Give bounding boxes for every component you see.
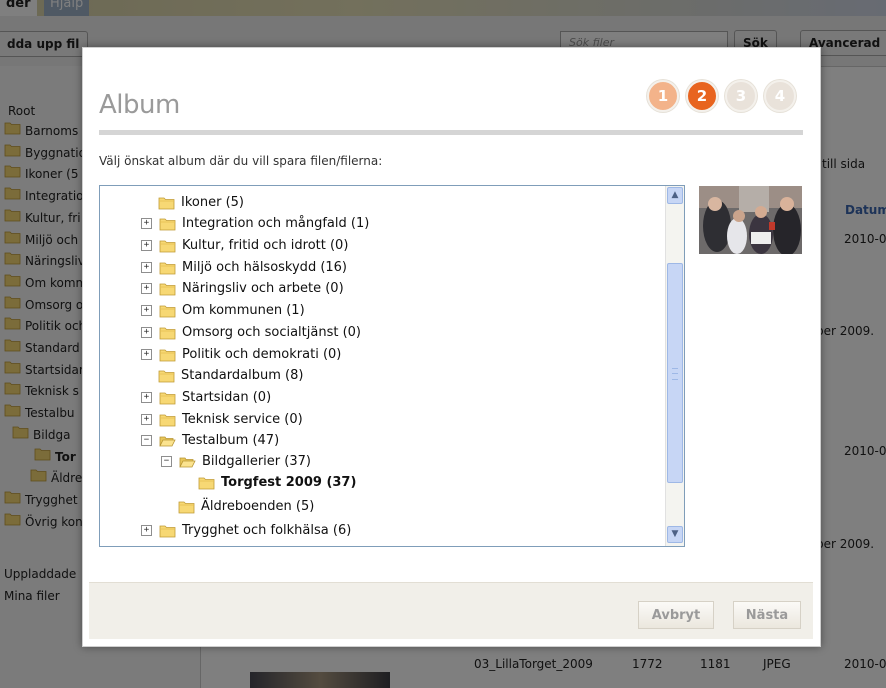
tree-item-label: Om kommunen (1) (182, 302, 305, 318)
expand-icon[interactable]: + (141, 218, 152, 229)
tree-item[interactable]: + Näringsliv och arbete (0) (141, 279, 344, 299)
scroll-up-button[interactable]: ▲ (667, 187, 683, 204)
tree-item-label: Startsidan (0) (182, 389, 272, 405)
tree-item-label: Integration och mångfald (1) (182, 216, 370, 231)
title-divider (99, 130, 803, 135)
arrow-down-icon: ▼ (671, 529, 679, 539)
folder-icon (158, 369, 175, 383)
folder-icon (159, 348, 176, 361)
folder-icon (198, 476, 215, 490)
folder-open-icon (179, 455, 196, 468)
preview-photo (699, 186, 802, 254)
tree-item[interactable]: + Teknisk service (0) (141, 409, 303, 429)
arrow-up-icon: ▲ (671, 190, 679, 200)
expand-icon[interactable]: + (141, 239, 152, 251)
folder-icon (159, 391, 176, 405)
tree-item[interactable]: Äldreboenden (5) (178, 497, 314, 517)
folder-icon (159, 217, 176, 231)
tree-item[interactable]: + Trygghet och folkhälsa (6) (141, 521, 351, 541)
tree-item-label: Torgfest 2009 (37) (221, 475, 357, 491)
tree-item-label: Omsorg och socialtjänst (0) (182, 324, 361, 340)
collapse-icon[interactable]: − (141, 435, 152, 447)
next-button[interactable]: Nästa (733, 601, 801, 629)
collapse-icon[interactable]: − (161, 456, 172, 468)
folder-icon (159, 282, 176, 296)
tree-item[interactable]: + Omsorg och socialtjänst (0) (141, 322, 361, 342)
step-2: 2 (686, 80, 718, 112)
tree-item[interactable]: Standardalbum (8) (158, 366, 303, 386)
tree-item[interactable]: + Miljö och hälsoskydd (16) (141, 257, 347, 277)
tree-item-label: Kultur, fritid och idrott (0) (182, 237, 349, 253)
tree-item-label: Trygghet och folkhälsa (6) (182, 523, 352, 539)
instructions-text: Välj önskat album där du vill spara file… (99, 154, 383, 168)
folder-open-icon (159, 434, 176, 447)
tree-scrollbar[interactable]: ▲ ▼ (665, 186, 684, 546)
scroll-thumb[interactable] (667, 263, 683, 483)
expand-icon[interactable]: + (141, 283, 152, 295)
expand-icon[interactable]: + (141, 326, 152, 338)
folder-icon (159, 326, 176, 340)
expand-icon[interactable]: + (141, 348, 152, 360)
tree-item[interactable]: + Om kommunen (1) (141, 300, 305, 320)
tree-item-label: Testalbum (47) (182, 433, 280, 449)
folder-icon (178, 500, 195, 514)
tree-item[interactable]: Torgfest 2009 (37) (198, 473, 356, 493)
tree-item-label: Ikoner (5) (181, 194, 244, 210)
folder-icon (158, 196, 175, 209)
tree-item-label: Politik och demokrati (0) (182, 346, 342, 362)
tree-item-label: Näringsliv och arbete (0) (182, 281, 344, 297)
tree-item[interactable]: + Kultur, fritid och idrott (0) (141, 235, 348, 255)
dialog-footer: Avbryt Nästa (89, 582, 813, 639)
folder-icon (159, 413, 176, 426)
tree-item[interactable]: − Testalbum (47) (141, 431, 279, 451)
tree-item[interactable]: − Bildgallerier (37) (161, 452, 311, 472)
dialog-title: Album (99, 90, 180, 120)
tree-item[interactable]: + Integration och mångfald (1) (141, 214, 369, 234)
tree-item-label: Teknisk service (0) (182, 411, 303, 427)
expand-icon[interactable]: + (141, 391, 152, 403)
tree-item-label: Äldreboenden (5) (201, 499, 315, 515)
scroll-down-button[interactable]: ▼ (667, 526, 683, 543)
grip-icon (672, 368, 678, 380)
cancel-button[interactable]: Avbryt (638, 601, 714, 629)
preview-image (699, 186, 802, 254)
album-dialog: Album 1 2 3 4 Välj önskat album där du v… (82, 47, 821, 647)
step-4: 4 (764, 80, 796, 112)
step-indicator: 1 2 3 4 (647, 80, 796, 112)
tree-item[interactable]: + Politik och demokrati (0) (141, 344, 341, 364)
tree-item-label: Standardalbum (8) (181, 368, 304, 384)
folder-icon (159, 239, 176, 253)
album-tree[interactable]: Ikoner (5) + Integration och mångfald (1) +… (99, 185, 685, 547)
expand-icon[interactable]: + (141, 304, 152, 316)
step-1: 1 (647, 80, 679, 112)
folder-icon (159, 524, 176, 538)
step-3: 3 (725, 80, 757, 112)
expand-icon[interactable]: + (141, 525, 152, 537)
tree-item-label: Miljö och hälsoskydd (16) (182, 259, 348, 275)
tree-item[interactable]: Ikoner (5) (158, 192, 244, 212)
expand-icon[interactable]: + (141, 413, 152, 425)
tree-item[interactable]: + Startsidan (0) (141, 387, 271, 407)
folder-icon (159, 261, 176, 274)
expand-icon[interactable]: + (141, 261, 152, 273)
folder-icon (159, 304, 176, 318)
tree-item-label: Bildgallerier (37) (202, 454, 311, 470)
